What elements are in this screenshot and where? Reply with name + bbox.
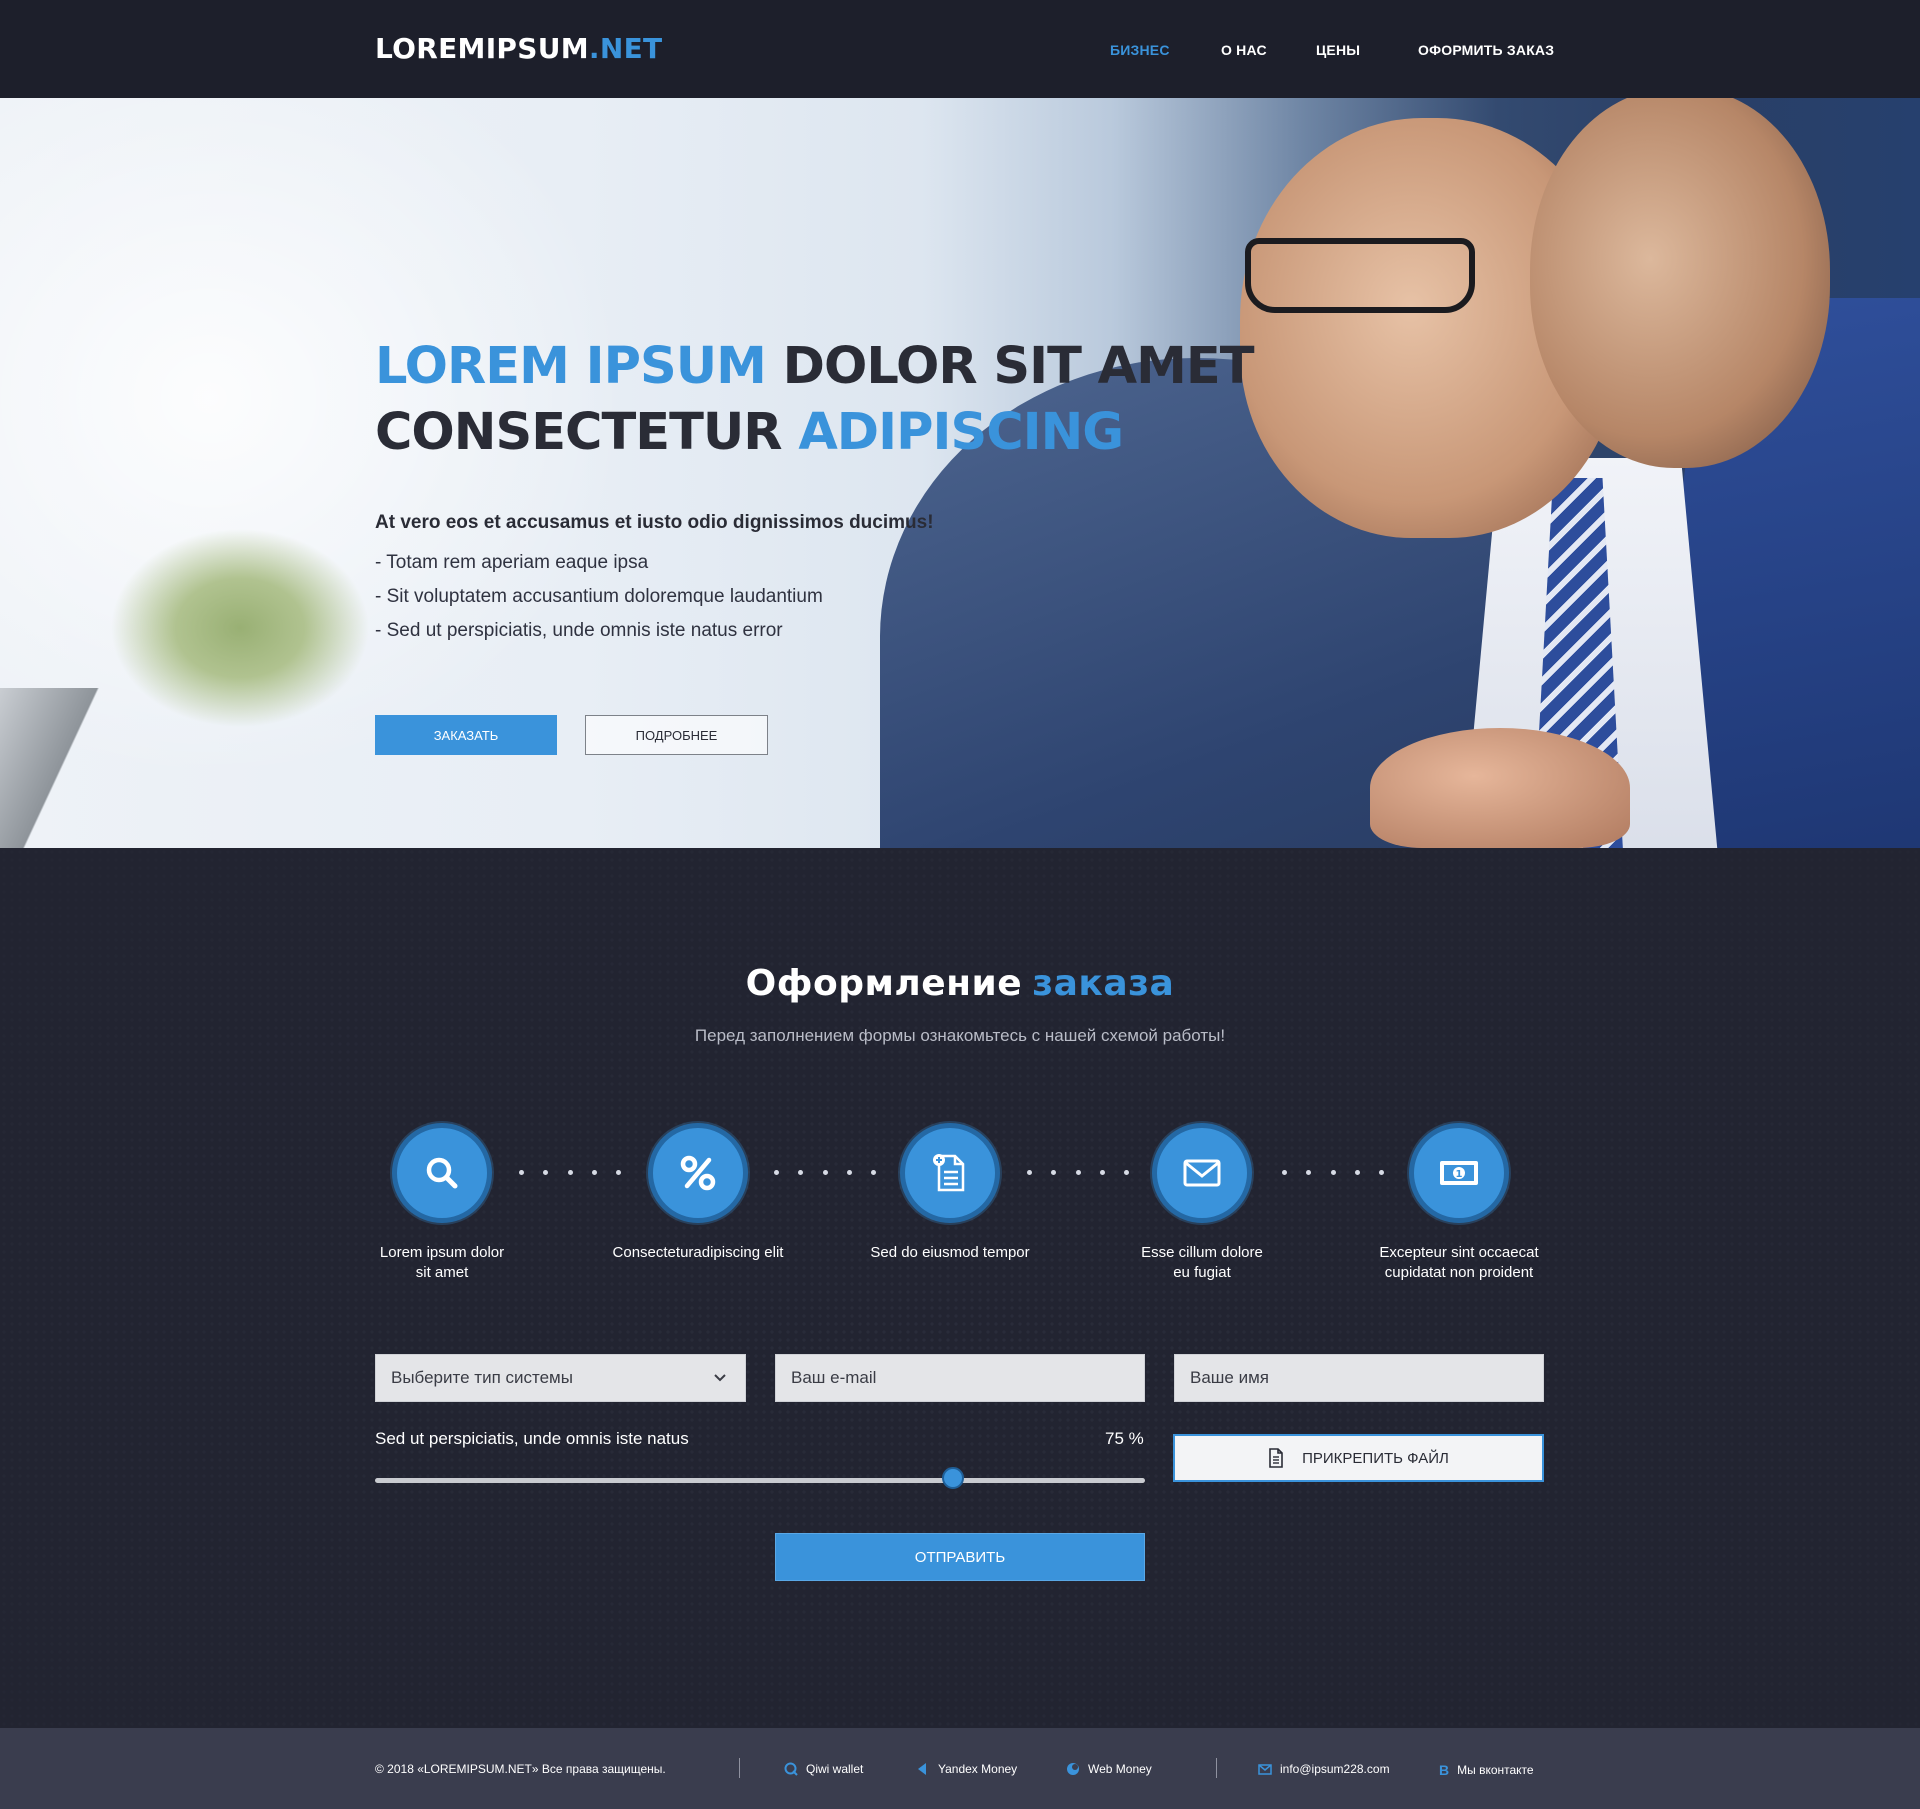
footer-vk[interactable]: В Мы вконтакте [1439,1762,1534,1778]
footer-email[interactable]: info@ipsum228.com [1258,1762,1390,1776]
name-field[interactable]: Ваше имя [1174,1354,1544,1402]
order-button[interactable]: Заказать [375,715,557,755]
nav-item-prices[interactable]: Цены [1316,42,1360,58]
step-label: Consecteturadipiscing elit [612,1244,784,1261]
attach-file-button[interactable]: Прикрепить файл [1173,1434,1544,1482]
system-type-select[interactable]: Выберите тип системы [375,1354,746,1402]
email-placeholder: Ваш e-mail [791,1368,877,1387]
webmoney-icon [1066,1762,1080,1776]
logo-accent: .NET [588,32,663,65]
attach-label: Прикрепить файл [1302,1449,1449,1467]
section-subtitle: Перед заполнением формы ознакомьтесь с н… [694,1026,1226,1045]
payment-label: Yandex Money [938,1762,1018,1776]
step-5: 1 Excepteur sint occaecat cupidatat non p… [1359,1123,1559,1283]
hero-plant-blur [110,528,370,728]
hero-hand-with-pen [1370,728,1630,848]
submit-button[interactable]: Отправить [775,1533,1145,1581]
section-title: Оформление заказа [0,963,1920,1004]
vk-text: Мы вконтакте [1457,1763,1534,1777]
percent-icon [679,1154,717,1192]
hero-second-man-face [1530,98,1830,468]
copyright: © 2018 «LOREMIPSUM.NET» Все права защище… [375,1762,666,1776]
step-circle [900,1123,1000,1223]
step-label: Sed do eiusmod tempor [870,1244,1030,1261]
qiwi-icon [784,1762,798,1776]
yandex-money-icon [916,1762,930,1776]
order-section: Оформление заказа Перед заполнением формы… [0,848,1920,1728]
payment-label: Web Money [1088,1762,1152,1776]
footer-divider [1216,1758,1217,1778]
step-1: Lorem ipsum dolor sit amet [342,1123,542,1283]
payment-webmoney[interactable]: Web Money [1066,1762,1152,1776]
hero-bullet: - Totam rem aperiam eaque ipsa [375,552,649,573]
hero-title-part2: DOLOR SIT AMET [782,337,1255,396]
slider-track[interactable] [375,1478,1145,1483]
slider-value: 75 % [1105,1429,1144,1448]
site-header: LOREMIPSUM.NET Бизнес О нас Цены Оформит… [0,0,1920,98]
hero-title-part3: CONSECTETUR [375,403,783,462]
document-add-icon [930,1152,970,1194]
email-field[interactable]: Ваш e-mail [775,1354,1145,1402]
slider-handle[interactable] [941,1467,964,1489]
vk-icon: В [1439,1762,1450,1778]
footer-divider [739,1758,740,1778]
step-label: Esse cillum dolore eu fugiat [1141,1244,1263,1281]
site-logo[interactable]: LOREMIPSUM.NET [375,32,662,65]
step-circle [392,1123,492,1223]
hero-glasses [1245,238,1475,313]
hero-bullet-list: - Totam rem aperiam eaque ipsa - Sit vol… [375,546,823,648]
search-icon [423,1154,461,1192]
step-2: Consecteturadipiscing elit [598,1123,798,1263]
step-4: Esse cillum dolore eu fugiat [1102,1123,1302,1283]
svg-text:1: 1 [1456,1169,1463,1180]
logo-main: LOREMIPSUM [375,32,589,65]
email-text: info@ipsum228.com [1280,1762,1390,1776]
nav-item-business[interactable]: Бизнес [1110,42,1170,58]
hero-laptop-edge [0,688,120,848]
hero-section: LOREM IPSUM DOLOR SIT AMET CONSECTETUR A… [0,98,1920,848]
section-title-accent: заказа [1032,963,1175,1004]
hero-title-part1: LOREM IPSUM [375,337,767,396]
banknote-icon: 1 [1438,1158,1480,1188]
more-button[interactable]: Подробнее [585,715,768,755]
nav-item-order[interactable]: Оформить заказ [1418,42,1554,58]
step-label: Lorem ipsum dolor sit amet [379,1244,505,1281]
hero-title-part4: ADIPISCING [798,403,1124,462]
hero-title: LOREM IPSUM DOLOR SIT AMET CONSECTETUR A… [375,334,1255,466]
slider-label: Sed ut perspiciatis, unde omnis iste nat… [375,1429,689,1448]
name-placeholder: Ваше имя [1190,1368,1269,1387]
select-value: Выберите тип системы [391,1368,573,1387]
envelope-icon [1258,1763,1272,1775]
step-3: Sed do eiusmod tempor [850,1123,1050,1263]
document-icon [1268,1448,1284,1468]
payment-yandex[interactable]: Yandex Money [916,1762,1017,1776]
chevron-down-icon [713,1369,727,1389]
nav-item-about[interactable]: О нас [1221,42,1267,58]
step-circle [648,1123,748,1223]
step-circle: 1 [1409,1123,1509,1223]
payment-qiwi[interactable]: Qiwi wallet [784,1762,863,1776]
hero-bullet: - Sit voluptatem accusantium doloremque … [375,586,823,607]
hero-lead: At vero eos et accusamus et iusto odio d… [375,512,934,533]
payment-label: Qiwi wallet [806,1762,864,1776]
step-label: Excepteur sint occaecat cupidatat non pro… [1379,1244,1539,1281]
envelope-icon [1182,1157,1222,1189]
section-title-main: Оформление [745,963,1023,1004]
step-circle [1152,1123,1252,1223]
site-footer: © 2018 «LOREMIPSUM.NET» Все права защище… [0,1728,1920,1809]
hero-bullet: - Sed ut perspiciatis, unde omnis iste n… [375,620,783,641]
